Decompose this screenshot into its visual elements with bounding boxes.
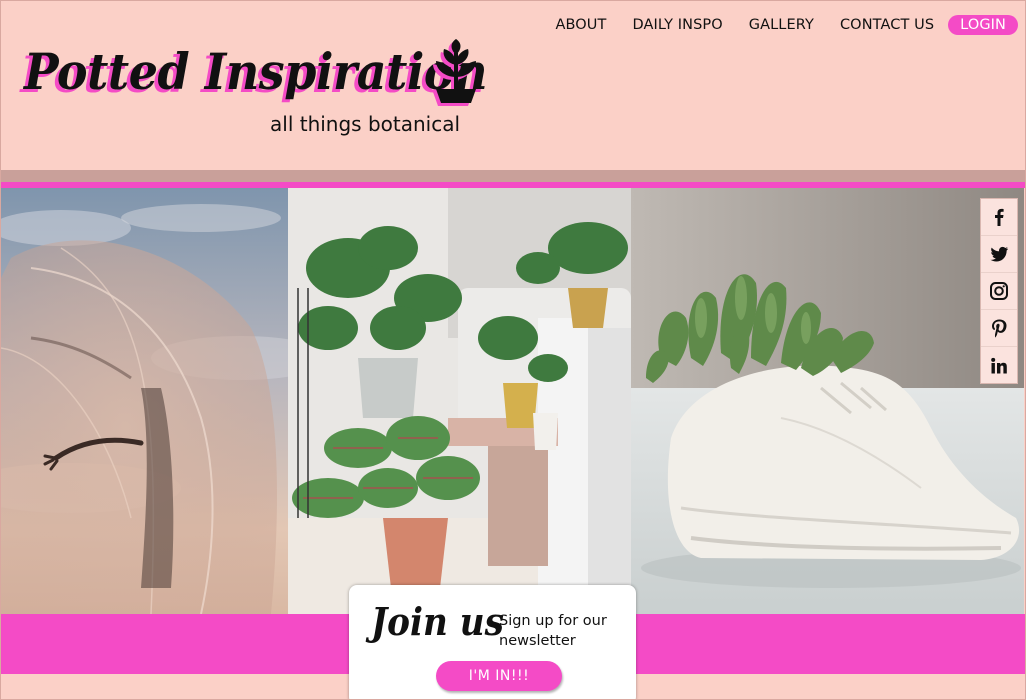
instagram-icon [990,282,1008,300]
nav-gallery[interactable]: GALLERY [749,14,814,36]
pinterest-link[interactable] [981,310,1017,347]
linkedin-link[interactable] [981,347,1017,384]
nav-daily-inspo[interactable]: DAILY INSPO [632,14,722,36]
nav-about[interactable]: ABOUT [555,14,606,36]
social-bar [980,198,1018,384]
site-title: Potted Inspiration [24,42,488,101]
facebook-icon [995,208,1004,226]
facebook-link[interactable] [981,199,1017,236]
site-logo[interactable]: Potted Inspiration all things botanical [24,39,494,142]
hero-image-tulle[interactable] [1,188,288,614]
potted-plant-icon [433,39,476,106]
newsletter-title: Join us [371,599,504,644]
pinterest-icon [992,319,1007,338]
nav-contact-us[interactable]: CONTACT US [840,14,934,36]
header-divider [1,170,1025,182]
newsletter-description: Sign up for our newsletter [499,613,607,649]
login-button[interactable]: LOGIN [948,15,1018,35]
newsletter-card: Join us Sign up for our newsletter I'M I… [349,585,636,700]
twitter-icon [990,246,1008,262]
hero-gallery [1,188,1024,614]
instagram-link[interactable] [981,273,1017,310]
newsletter-signup-button[interactable]: I'M IN!!! [436,661,562,691]
hero-image-sneaker-planter[interactable] [631,188,1024,614]
linkedin-icon [991,357,1007,373]
hero-image-houseplants[interactable] [288,188,631,614]
site-tagline: all things botanical [270,112,461,136]
twitter-link[interactable] [981,236,1017,273]
main-nav: ABOUT DAILY INSPO GALLERY CONTACT US LOG… [555,14,1018,36]
